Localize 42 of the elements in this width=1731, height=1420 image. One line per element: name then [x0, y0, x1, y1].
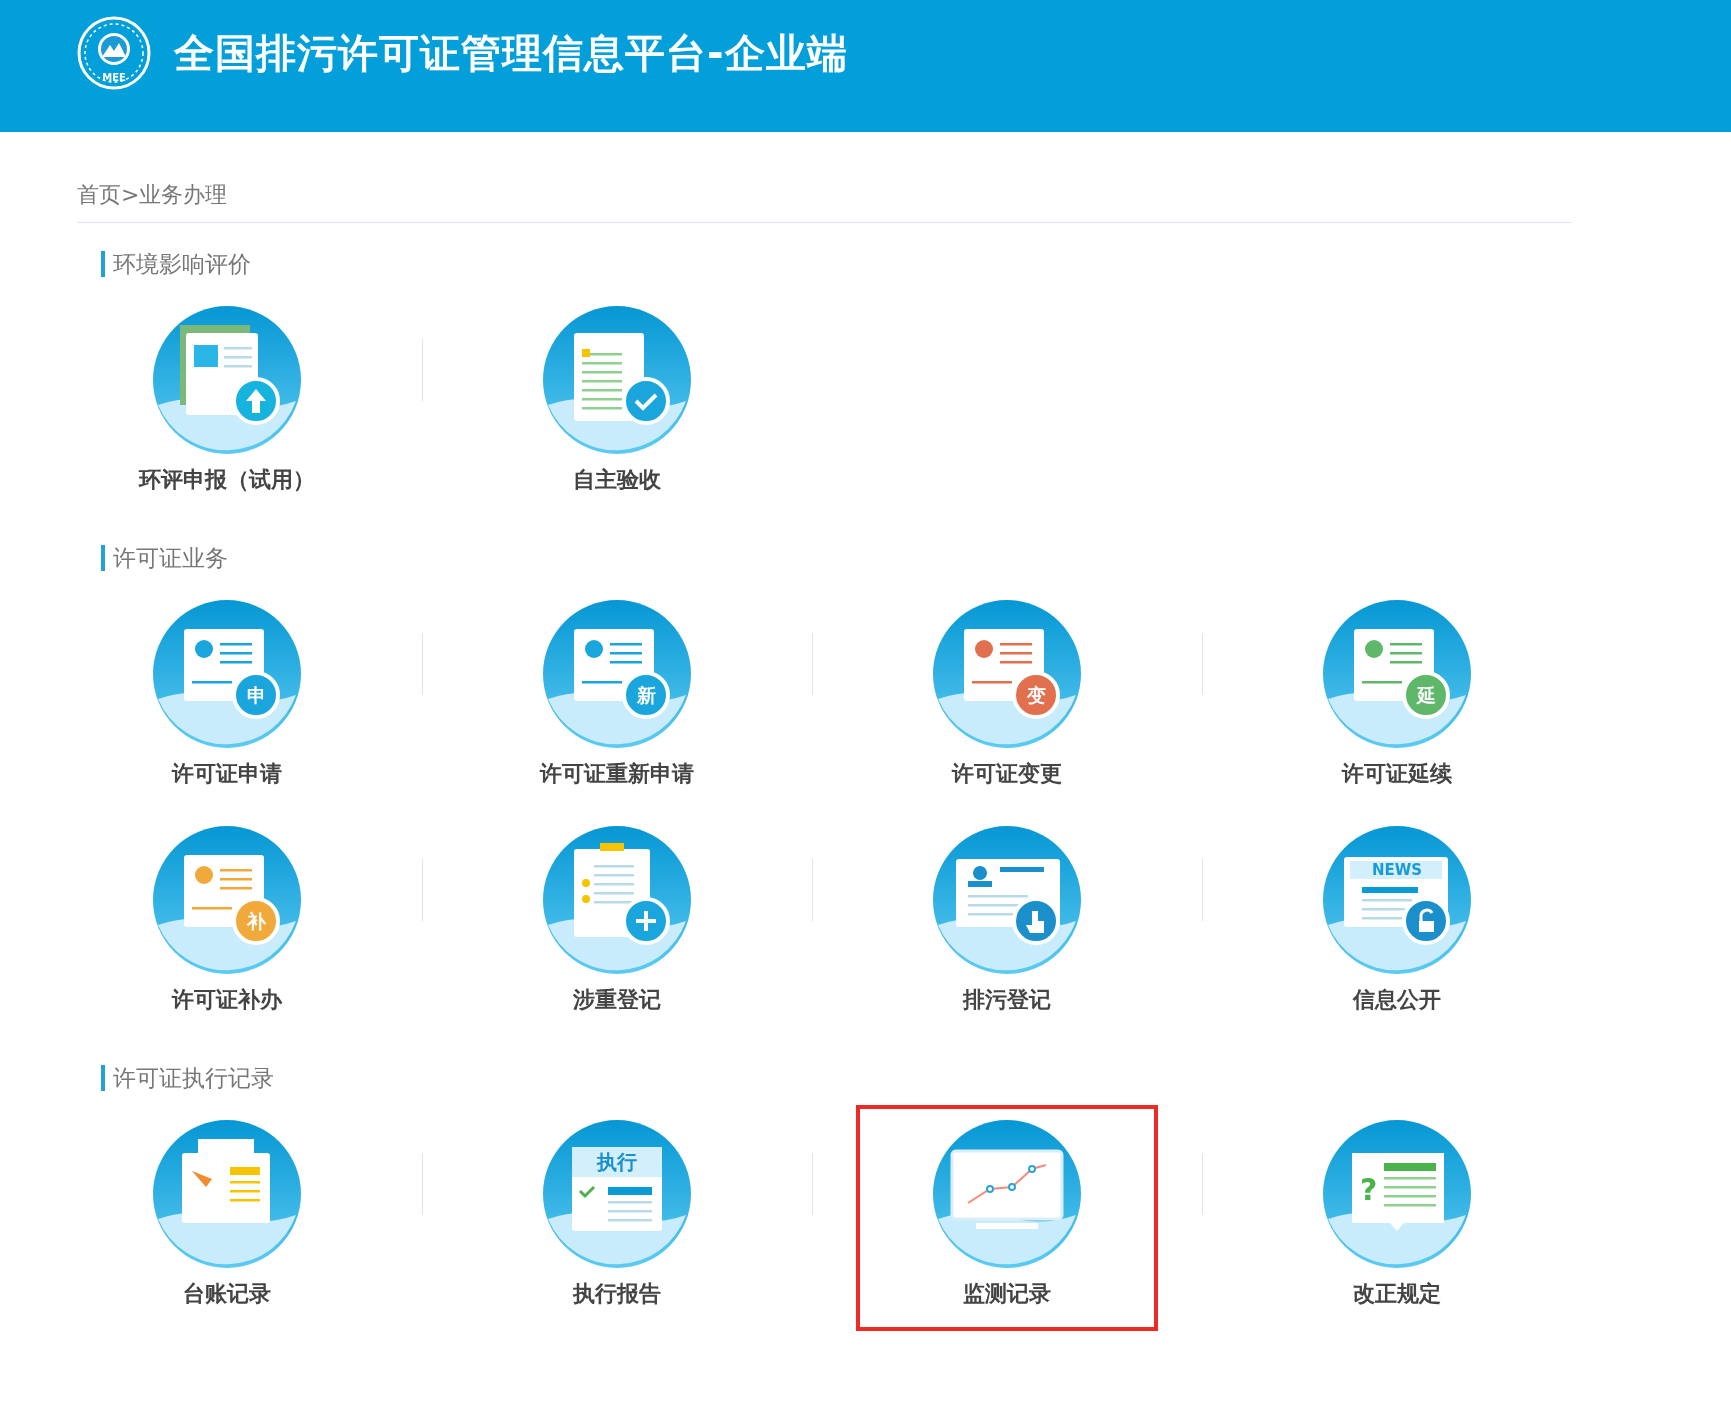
tile-label[interactable]: 涉重登记 [573, 985, 661, 1015]
document-upload-icon[interactable] [153, 306, 301, 454]
badge-label: 补 [245, 909, 267, 933]
document-icon[interactable] [153, 1120, 301, 1268]
monitor-chart-icon[interactable] [933, 1120, 1081, 1268]
icon-caption: NEWS [1370, 863, 1424, 878]
breadcrumb: 首页>业务办理 [77, 184, 229, 206]
section-title: 环境影响评价 [101, 251, 1572, 277]
badge-label: 变 [1025, 683, 1047, 707]
tile-label[interactable]: 台账记录 [183, 1279, 271, 1309]
tile-label[interactable]: 信息公开 [1353, 985, 1441, 1015]
newspaper-lock-icon[interactable] [1323, 826, 1471, 974]
tile-label[interactable]: 执行报告 [573, 1279, 661, 1309]
certificate-icon[interactable] [1323, 600, 1471, 748]
question-sheet-icon[interactable] [1323, 1120, 1471, 1268]
badge-label: 申 [245, 683, 267, 707]
section-title: 许可证业务 [101, 545, 1572, 571]
id-card-pointer-icon[interactable] [933, 826, 1081, 974]
report-icon[interactable] [543, 1120, 691, 1268]
section-title: 许可证执行记录 [101, 1065, 1572, 1091]
tile-label[interactable]: 许可证申请 [172, 759, 282, 789]
badge-label: 新 [635, 683, 657, 707]
certificate-icon[interactable] [153, 826, 301, 974]
checklist-add-icon[interactable] [543, 826, 691, 974]
tile-label[interactable]: 改正规定 [1353, 1279, 1441, 1309]
tile-label[interactable]: 许可证补办 [172, 985, 282, 1015]
logo-text: MEE [101, 72, 127, 83]
tile-label[interactable]: 许可证重新申请 [540, 759, 694, 789]
tile-label[interactable]: 自主验收 [573, 465, 661, 495]
certificate-icon[interactable] [153, 600, 301, 748]
tile-label[interactable]: 环评申报（试用） [139, 465, 315, 495]
tile-label[interactable]: 监测记录 [963, 1279, 1051, 1309]
notepad-check-icon[interactable] [543, 306, 691, 454]
certificate-icon[interactable] [933, 600, 1081, 748]
icon-caption: ? [1360, 1175, 1378, 1205]
site-title: 全国排污许可证管理信息平台-企业端 [174, 28, 848, 78]
tile-label[interactable]: 许可证延续 [1342, 759, 1452, 789]
icon-caption: 执行 [595, 1152, 638, 1172]
certificate-icon[interactable] [543, 600, 691, 748]
tile-label[interactable]: 许可证变更 [952, 759, 1062, 789]
tile-label[interactable]: 排污登记 [963, 985, 1051, 1015]
badge-label: 延 [1415, 683, 1437, 707]
